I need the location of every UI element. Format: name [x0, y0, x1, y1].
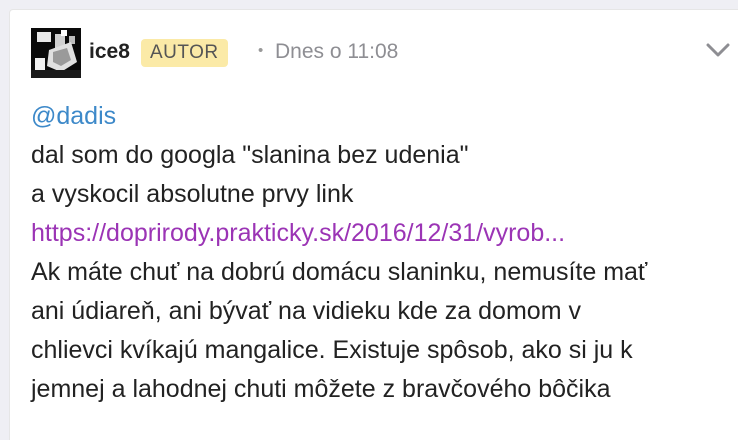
body-line-6: jemnej a lahodnej chuti môžete z bravčov…: [31, 375, 611, 403]
post-body: @dadis dal som do googla "slanina bez ud…: [31, 97, 731, 409]
post-timestamp[interactable]: Dnes o 11:08: [275, 40, 398, 64]
mention-line: @dadis: [31, 97, 731, 136]
body-line-5: chlievci kvíkajú mangalice. Existuje spô…: [31, 336, 633, 364]
author-badge: AUTOR: [141, 39, 228, 67]
external-link[interactable]: https://doprirody.prakticky.sk/2016/12/3…: [31, 219, 565, 247]
post-header: ice8 AUTOR • Dnes o 11:08: [31, 28, 731, 78]
avatar-image: [31, 28, 81, 78]
chevron-down-icon[interactable]: [706, 42, 730, 58]
body-line-1: dal som do googla "slanina bez udenia": [31, 141, 469, 169]
body-line-3: Ak máte chuť na dobrú domácu slaninku, n…: [31, 258, 648, 286]
author-username[interactable]: ice8: [89, 40, 130, 64]
avatar[interactable]: [31, 28, 81, 78]
meta-separator: •: [258, 42, 264, 59]
body-line-2: a vyskocil absolutne prvy link: [31, 180, 354, 208]
user-mention[interactable]: @dadis: [31, 102, 116, 130]
body-line-4: ani údiareň, ani bývať na vidieku kde za…: [31, 297, 581, 325]
post-card: ice8 AUTOR • Dnes o 11:08 @dadis dal som…: [9, 9, 738, 440]
link-line: https://doprirody.prakticky.sk/2016/12/3…: [31, 214, 731, 253]
